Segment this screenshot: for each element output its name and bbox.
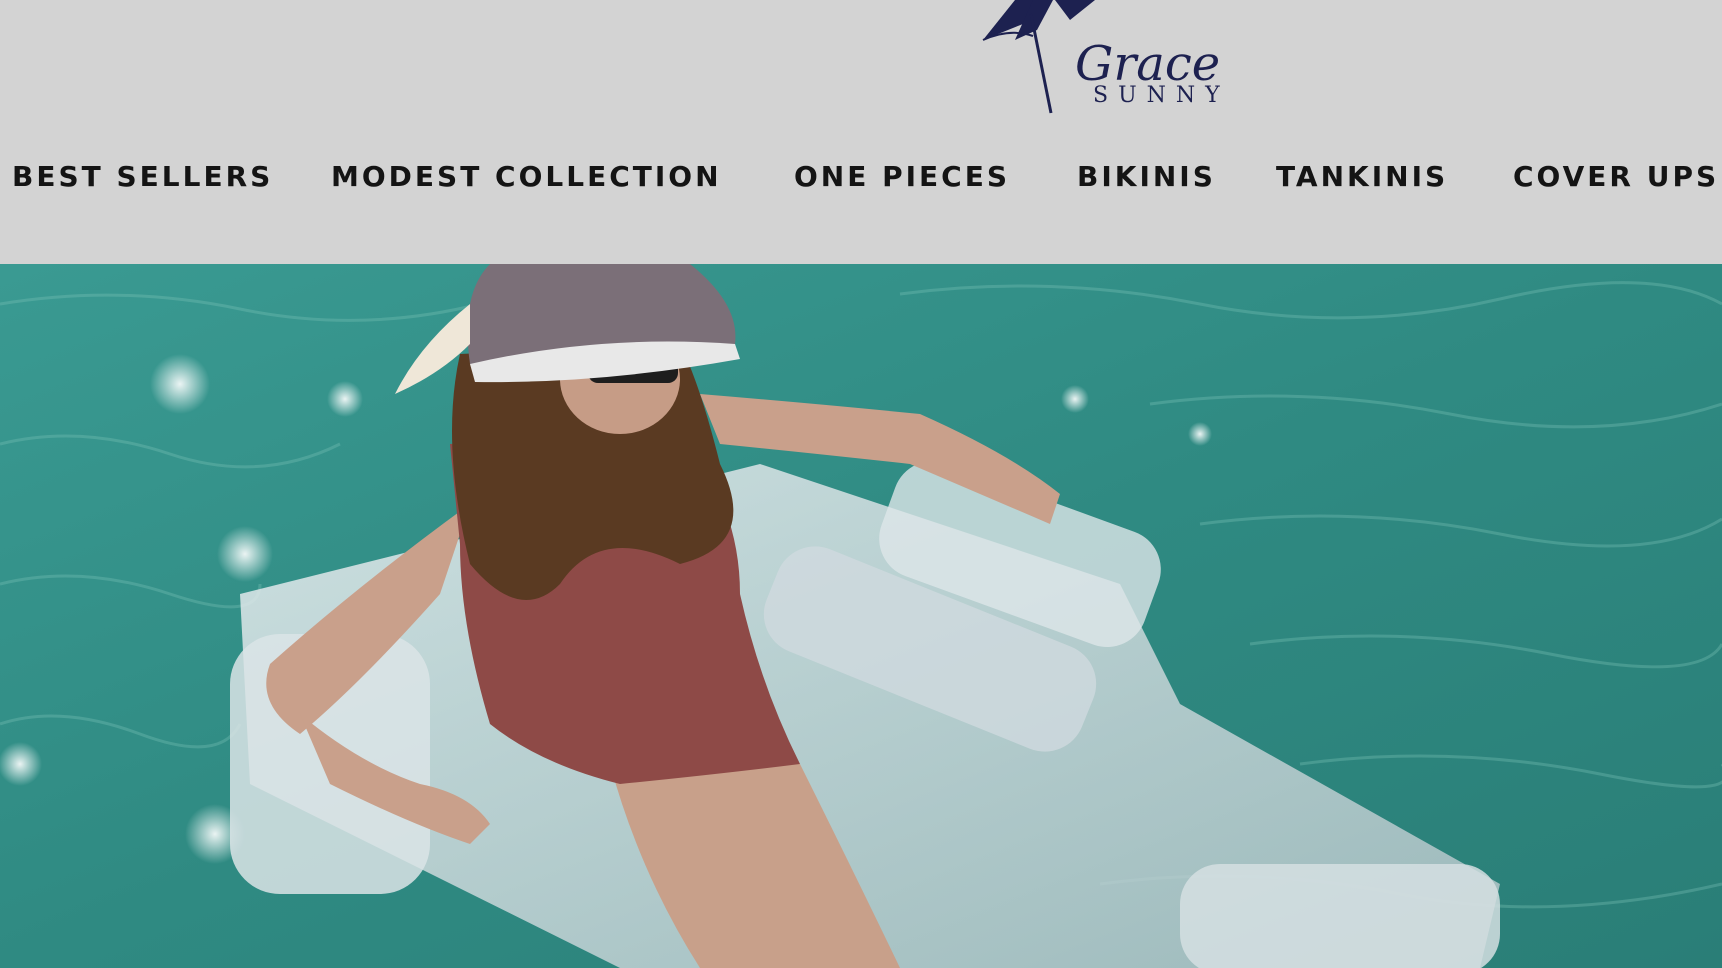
site-header: Grace SUNNY BEST SELLERS MODEST COLLECTI… — [0, 0, 1722, 264]
brand-logo[interactable]: Grace SUNNY — [975, 0, 1255, 120]
umbrella-logo-icon: Grace SUNNY — [982, 0, 1230, 114]
nav-item-bikinis[interactable]: BIKINIS — [1077, 152, 1216, 202]
nav-item-tankinis[interactable]: TANKINIS — [1276, 152, 1448, 202]
hero-banner-image[interactable] — [0, 264, 1722, 968]
nav-item-one-pieces[interactable]: ONE PIECES — [794, 152, 1010, 202]
hero-photo — [0, 264, 1722, 968]
nav-item-best-sellers[interactable]: BEST SELLERS — [12, 152, 273, 202]
nav-item-cover-ups[interactable]: COVER UPS — [1513, 152, 1719, 202]
main-navigation: BEST SELLERS MODEST COLLECTION ONE PIECE… — [0, 152, 1722, 202]
nav-item-modest-collection[interactable]: MODEST COLLECTION — [331, 152, 722, 202]
brand-caps-text: SUNNY — [1093, 83, 1230, 108]
